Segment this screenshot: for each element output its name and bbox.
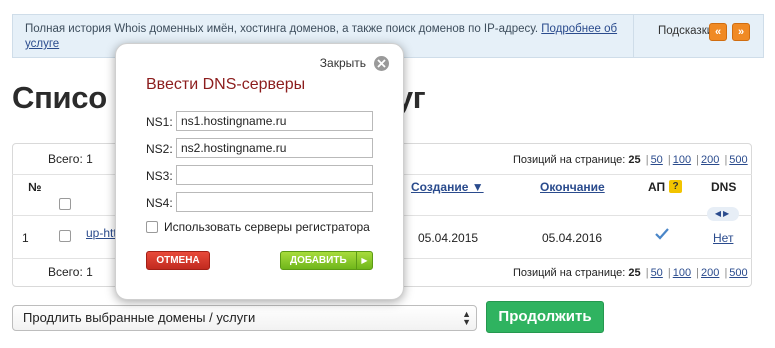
use-registrar-dns-checkbox[interactable] xyxy=(146,221,158,233)
tips-prev-button[interactable]: « xyxy=(709,23,727,41)
per-page-500[interactable]: 500 xyxy=(729,267,747,279)
add-button-label: ДОБАВИТЬ xyxy=(290,255,347,266)
total-count-bottom: Всего: 1 xyxy=(48,265,93,279)
per-page-500[interactable]: 500 xyxy=(729,154,747,166)
row-domain-link[interactable]: up-htt xyxy=(86,226,117,240)
per-page-100[interactable]: 100 xyxy=(673,267,691,279)
column-header-dns: DNS xyxy=(711,180,737,194)
per-page-current: 25 xyxy=(628,267,641,279)
total-count-top: Всего: 1 xyxy=(48,152,93,166)
use-registrar-dns-label: Использовать серверы регистратора xyxy=(164,220,370,234)
per-page-200[interactable]: 200 xyxy=(701,267,719,279)
row-created-date: 05.04.2015 xyxy=(418,231,479,245)
ns1-label: NS1: xyxy=(146,115,173,129)
cancel-button[interactable]: ОТМЕНА xyxy=(146,251,210,270)
per-page-100[interactable]: 100 xyxy=(673,154,691,166)
row-expires-date: 05.04.2016 xyxy=(542,231,603,245)
select-updown-icon: ▲ ▼ xyxy=(462,309,471,327)
page-title-left: Списо xyxy=(12,80,107,115)
action-select-value: Продлить выбранные домены / услуги xyxy=(23,310,256,325)
double-left-arrow-icon: « xyxy=(714,26,722,38)
dns-modal: Закрыть Ввести DNS-серверы NS1: NS2: NS3… xyxy=(115,43,404,300)
per-page-selector-top: Позиций на странице: 25 | 50 | 100 | 200 | 5… xyxy=(513,154,748,166)
info-bar-divider xyxy=(633,15,634,57)
ns2-label: NS2: xyxy=(146,142,173,156)
arrow-right-icon: ▶ xyxy=(356,252,372,269)
tips-next-button[interactable]: » xyxy=(732,23,750,41)
row-dns-link[interactable]: Нет xyxy=(713,231,733,245)
add-button[interactable]: ДОБАВИТЬ ▶ xyxy=(280,251,373,270)
row-num: 1 xyxy=(22,231,29,245)
column-header-autorenew: АП xyxy=(648,180,666,194)
per-page-current: 25 xyxy=(628,154,641,166)
column-header-num: № xyxy=(28,180,42,194)
close-link[interactable]: Закрыть xyxy=(320,56,366,70)
per-page-200[interactable]: 200 xyxy=(701,154,719,166)
info-bar-description: Полная история Whois доменных имён, хост… xyxy=(25,23,539,35)
tips-label: Подсказки xyxy=(658,25,714,37)
ns1-input[interactable] xyxy=(176,111,373,131)
action-select[interactable]: Продлить выбранные домены / услуги ▲ ▼ xyxy=(12,305,477,331)
ns4-input[interactable] xyxy=(176,192,373,212)
row-checkbox[interactable] xyxy=(59,230,71,242)
per-page-selector-bottom: Позиций на странице: 25 | 50 | 100 | 200 | 5… xyxy=(513,267,748,279)
ns2-input[interactable] xyxy=(176,138,373,158)
column-header-expires[interactable]: Окончание xyxy=(540,180,605,194)
modal-title: Ввести DNS-серверы xyxy=(146,76,306,93)
select-all-checkbox[interactable] xyxy=(59,198,71,210)
column-header-created[interactable]: Создание ▼ xyxy=(411,180,484,194)
dns-column-arrows-icon[interactable]: ◀▶ xyxy=(707,207,739,221)
per-page-label: Позиций на странице: xyxy=(513,267,626,279)
ns3-input[interactable] xyxy=(176,165,373,185)
ns4-label: NS4: xyxy=(146,196,173,210)
autorenew-check-icon[interactable] xyxy=(655,227,669,245)
close-icon[interactable] xyxy=(374,56,389,71)
per-page-50[interactable]: 50 xyxy=(651,154,663,166)
per-page-label: Позиций на странице: xyxy=(513,154,626,166)
double-right-arrow-icon: » xyxy=(737,26,745,38)
continue-button[interactable]: Продолжить xyxy=(486,301,604,333)
autorenew-help-icon[interactable]: ? xyxy=(669,180,682,193)
ns3-label: NS3: xyxy=(146,169,173,183)
per-page-50[interactable]: 50 xyxy=(651,267,663,279)
